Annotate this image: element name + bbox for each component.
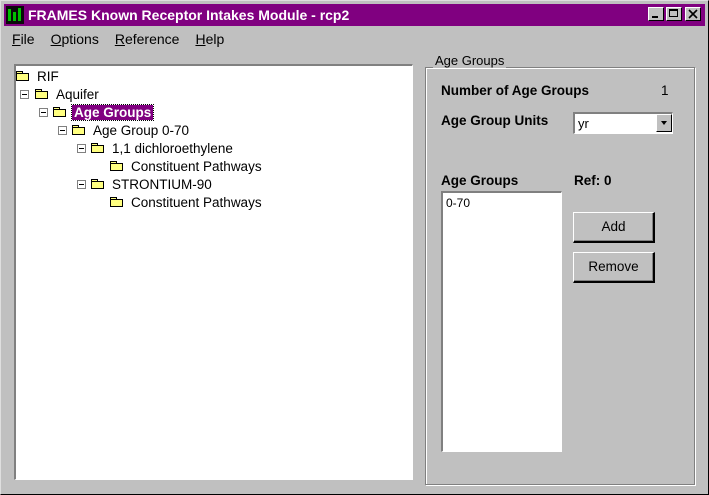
title-bar[interactable]: FRAMES Known Receptor Intakes Module - r… <box>4 4 705 26</box>
ref-label: Ref: 0 <box>574 173 612 188</box>
folder-icon <box>53 107 66 117</box>
menu-reference[interactable]: Reference <box>107 29 188 49</box>
num-age-groups-label: Number of Age Groups <box>441 83 590 98</box>
age-groups-listbox[interactable]: 0-70 <box>441 191 562 452</box>
maximize-icon <box>669 9 678 17</box>
tree-node-rif[interactable]: RIF <box>16 67 61 85</box>
menu-bar: File Options Reference Help <box>4 29 232 49</box>
folder-icon <box>110 197 123 207</box>
folder-icon <box>72 125 85 135</box>
tree-node-age-group-0-70[interactable]: Age Group 0-70 <box>72 121 191 139</box>
age-groups-list-label: Age Groups <box>441 173 519 188</box>
menu-file[interactable]: File <box>4 29 43 49</box>
num-age-groups-value: 1 <box>661 83 669 98</box>
tree-node-constituent-pathways-2[interactable]: Constituent Pathways <box>110 193 264 211</box>
collapse-icon[interactable] <box>77 144 86 153</box>
app-window: FRAMES Known Receptor Intakes Module - r… <box>0 0 709 495</box>
tree-node-strontium-90[interactable]: STRONTIUM-90 <box>91 175 214 193</box>
menu-help[interactable]: Help <box>187 29 232 49</box>
window-title: FRAMES Known Receptor Intakes Module - r… <box>28 7 350 23</box>
tree-node-label: RIF <box>37 68 59 84</box>
collapse-icon[interactable] <box>20 90 29 99</box>
folder-icon <box>91 179 104 189</box>
collapse-icon[interactable] <box>58 126 67 135</box>
collapse-icon[interactable] <box>77 180 86 189</box>
minimize-button[interactable] <box>648 7 664 21</box>
age-group-units-label: Age Group Units <box>441 113 549 128</box>
collapse-icon[interactable] <box>39 108 48 117</box>
tree-node-dichloroethylene[interactable]: 1,1 dichloroethylene <box>91 139 235 157</box>
tree-node-label: STRONTIUM-90 <box>112 176 212 192</box>
app-icon[interactable] <box>6 6 24 24</box>
tree-node-label: Constituent Pathways <box>131 158 262 174</box>
tree-node-label: 1,1 dichloroethylene <box>112 140 233 156</box>
chevron-down-icon <box>661 121 667 125</box>
list-item[interactable]: 0-70 <box>446 196 470 210</box>
tree-node-label: Age Group 0-70 <box>93 122 190 138</box>
age-group-units-select[interactable]: yr <box>573 112 673 134</box>
minimize-icon <box>652 16 658 18</box>
tree-node-age-groups[interactable]: Age Groups <box>53 103 155 121</box>
tree-view[interactable]: RIF Aquifer Age Groups Age Group 0-70 1,… <box>14 64 413 480</box>
tree-node-label: Age Groups <box>70 103 155 121</box>
folder-icon <box>110 161 123 171</box>
close-icon <box>688 9 698 19</box>
tree-node-constituent-pathways-1[interactable]: Constituent Pathways <box>110 157 264 175</box>
maximize-button[interactable] <box>666 7 682 21</box>
folder-icon <box>16 71 29 81</box>
tree-node-label: Aquifer <box>56 86 99 102</box>
tree-node-label: Constituent Pathways <box>131 194 262 210</box>
add-button[interactable]: Add <box>573 212 655 243</box>
remove-button[interactable]: Remove <box>573 252 655 283</box>
folder-icon <box>91 143 104 153</box>
groupbox-label: Age Groups <box>433 53 507 68</box>
dropdown-button[interactable] <box>656 114 672 132</box>
tree-node-aquifer[interactable]: Aquifer <box>35 85 101 103</box>
folder-open-icon <box>35 89 48 99</box>
age-group-units-value: yr <box>578 116 589 131</box>
close-button[interactable] <box>685 7 701 21</box>
menu-options[interactable]: Options <box>43 29 107 49</box>
